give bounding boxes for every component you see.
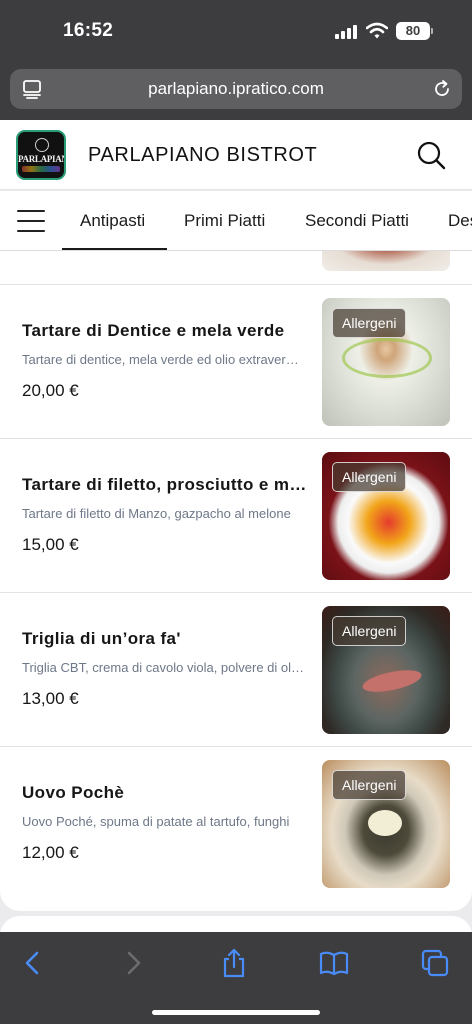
logo-decoration: [22, 166, 60, 172]
allergens-button[interactable]: Allergeni: [332, 308, 407, 338]
item-photo[interactable]: Allergeni: [322, 606, 450, 734]
photo-garnish: [342, 338, 432, 378]
item-name: Tartare di filetto, prosciutto e melone: [22, 475, 307, 494]
item-photo[interactable]: Allergeni: [322, 452, 450, 580]
back-icon[interactable]: [18, 948, 48, 978]
logo-emblem-icon: [35, 138, 49, 152]
item-name: Tartare di Dentice e mela verde: [22, 321, 285, 340]
bookmarks-icon[interactable]: [319, 948, 349, 978]
next-section-card: [0, 916, 472, 932]
item-price: 12,00 €: [22, 843, 79, 862]
cellular-signal-icon: [335, 25, 359, 39]
previous-item-photo[interactable]: [322, 251, 450, 271]
menu-item[interactable]: Uovo Pochè Uovo Poché, spuma di patate a…: [0, 746, 472, 900]
item-description: Tartare di dentice, mela verde ed olio e…: [22, 352, 305, 367]
search-icon[interactable]: [416, 140, 446, 170]
menu-item[interactable]: Tartare di Dentice e mela verde Tartare …: [0, 284, 472, 438]
photo-fish: [360, 665, 424, 697]
item-price: 13,00 €: [22, 689, 79, 708]
photo-egg: [368, 810, 402, 836]
allergens-button[interactable]: Allergeni: [332, 616, 407, 646]
wifi-icon: [366, 22, 388, 39]
item-description: Uovo Poché, spuma di patate al tartufo, …: [22, 814, 290, 829]
item-price: 20,00 €: [22, 381, 79, 400]
forward-icon[interactable]: [118, 948, 148, 978]
restaurant-logo[interactable]: PARLAPIANO: [16, 130, 66, 180]
item-name: Uovo Pochè: [22, 783, 125, 802]
hamburger-menu-icon[interactable]: [17, 210, 45, 232]
address-bar[interactable]: parlapiano.ipratico.com: [10, 69, 462, 109]
share-icon[interactable]: [219, 948, 249, 978]
allergens-button[interactable]: Allergeni: [332, 462, 407, 492]
web-page: PARLAPIANO PARLAPIANO BISTROT Antipasti …: [0, 120, 472, 932]
item-description: Tartare di filetto di Manzo, gazpacho al…: [22, 506, 291, 521]
tab-antipasti[interactable]: Antipasti: [80, 211, 145, 231]
allergens-button[interactable]: Allergeni: [332, 770, 407, 800]
logo-text: PARLAPIANO: [18, 154, 64, 164]
category-nav: Antipasti Primi Piatti Secondi Piatti De…: [0, 191, 472, 251]
status-bar: 16:52 80: [0, 0, 472, 62]
battery-icon: 80: [396, 22, 430, 40]
battery-tip: [431, 28, 433, 34]
menu-item[interactable]: Tartare di filetto, prosciutto e melone …: [0, 438, 472, 592]
tab-secondi-piatti[interactable]: Secondi Piatti: [305, 211, 409, 231]
site-header: PARLAPIANO PARLAPIANO BISTROT: [0, 120, 472, 190]
item-description: Triglia CBT, crema di cavolo viola, polv…: [22, 660, 305, 675]
home-indicator: [152, 1010, 320, 1015]
menu-item-list: Tartare di Dentice e mela verde Tartare …: [0, 251, 472, 911]
url-text[interactable]: parlapiano.ipratico.com: [10, 79, 462, 99]
tab-primi-piatti[interactable]: Primi Piatti: [184, 211, 265, 231]
status-time: 16:52: [63, 20, 114, 41]
site-title: PARLAPIANO BISTROT: [88, 144, 318, 166]
tab-desserts[interactable]: Des: [448, 211, 472, 231]
item-name: Triglia di un’ora fa': [22, 629, 181, 648]
tabs-icon[interactable]: [420, 948, 450, 978]
item-price: 15,00 €: [22, 535, 79, 554]
item-photo[interactable]: Allergeni: [322, 760, 450, 888]
item-photo[interactable]: Allergeni: [322, 298, 450, 426]
menu-item[interactable]: Triglia di un’ora fa' Triglia CBT, crema…: [0, 592, 472, 746]
reload-icon[interactable]: [432, 79, 452, 99]
